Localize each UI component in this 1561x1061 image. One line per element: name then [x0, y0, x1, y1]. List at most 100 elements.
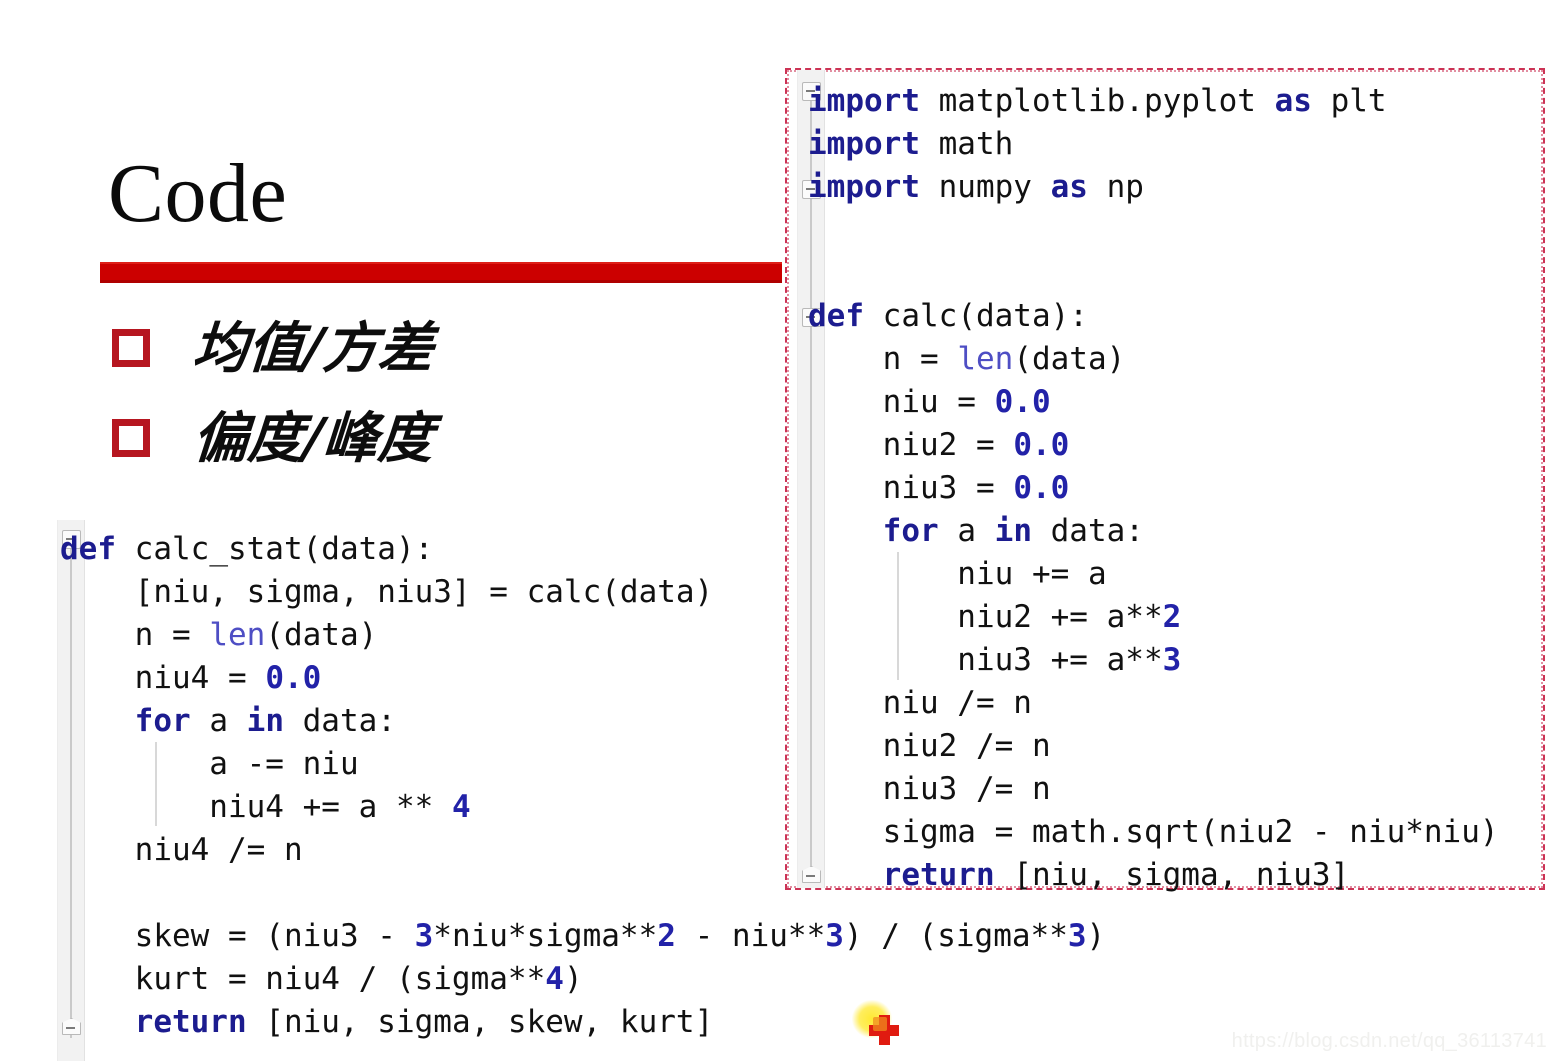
code-token: (data) [1013, 341, 1126, 377]
code-line: import numpy as np [808, 166, 1499, 209]
red-plus-cursor-icon [852, 1000, 908, 1056]
code-token-kw: return [134, 1004, 247, 1040]
code-line: niu = 0.0 [808, 381, 1499, 424]
left-indent-guide [155, 742, 157, 826]
code-token-num: 0.0 [1013, 427, 1070, 463]
code-token-num: 3 [1067, 918, 1087, 954]
square-bullet-icon [112, 418, 150, 457]
code-line: niu3 /= n [808, 768, 1499, 811]
code-token-kw: def [60, 531, 116, 567]
code-token: niu3 = [808, 470, 1014, 506]
code-token-num: 0.0 [1013, 470, 1070, 506]
code-token-num: 2 [1162, 599, 1182, 635]
code-token: [niu, sigma, skew, kurt] [246, 1004, 714, 1040]
code-token: [niu, sigma, niu3] = calc(data) [60, 574, 714, 610]
code-token-kw: as [1274, 83, 1312, 119]
code-token: data: [283, 703, 396, 739]
code-token-kw: in [994, 513, 1032, 549]
code-token: data: [1031, 513, 1144, 549]
code-token: *niu*sigma** [433, 918, 658, 954]
right-indent-guide [897, 552, 899, 680]
bullet-label: 偏度/峰度 [190, 405, 436, 470]
code-token-kw: as [1050, 169, 1088, 205]
code-line: niu2 = 0.0 [808, 424, 1499, 467]
page-title: Code [108, 147, 288, 240]
square-bullet-icon [112, 328, 150, 367]
code-token: a -= niu [60, 746, 359, 782]
code-token: niu3 /= n [808, 771, 1051, 807]
code-line: for a in data: [808, 510, 1499, 553]
code-token-num: 0.0 [994, 384, 1051, 420]
code-token: niu2 = [808, 427, 1014, 463]
code-token: math [919, 126, 1014, 162]
code-token-kw: import [808, 83, 920, 119]
code-token: calc(data): [864, 298, 1088, 334]
code-token-num: 3 [414, 918, 434, 954]
code-line: niu3 += a**3 [808, 639, 1499, 682]
code-token-num: 3 [825, 918, 844, 954]
bullet-item-mean-variance: 均值/方差 [112, 315, 435, 380]
slide-canvas: Code 均值/方差 偏度/峰度 def calc_stat(data): [n… [0, 0, 1561, 1061]
code-token-num: 4 [451, 789, 471, 825]
code-token: skew = (niu3 - [60, 918, 415, 954]
code-token: niu2 += a** [808, 599, 1163, 635]
code-token: n = [60, 617, 210, 653]
code-token: ) / (sigma** [843, 918, 1068, 954]
code-token-kw: for [134, 703, 191, 739]
code-token: niu4 += a ** [60, 789, 452, 825]
code-token: ) [563, 961, 583, 997]
code-token-kw: import [808, 169, 920, 205]
watermark-text: https://blog.csdn.net/qq_36113741 [1231, 1030, 1547, 1052]
code-token: matplotlib.pyplot [919, 83, 1275, 119]
code-token: niu2 /= n [808, 728, 1051, 764]
code-token: n = [808, 341, 958, 377]
code-line: niu2 /= n [808, 725, 1499, 768]
code-token: calc_stat(data): [116, 531, 434, 567]
code-line: niu2 += a**2 [808, 596, 1499, 639]
code-token-kw: def [808, 298, 864, 334]
code-line: niu += a [808, 553, 1499, 596]
code-token: plt [1311, 83, 1387, 119]
code-token: [niu, sigma, niu3] [994, 857, 1350, 893]
plus-icon [869, 1015, 899, 1045]
code-token: (data) [265, 617, 378, 653]
code-token: - niu** [675, 918, 826, 954]
code-token-bi: len [209, 617, 266, 653]
code-token-num: 3 [1162, 642, 1182, 678]
code-token: a [938, 513, 995, 549]
code-token: niu3 += a** [808, 642, 1163, 678]
code-token: sigma = math.sqrt(niu2 - niu*niu) [808, 814, 1499, 850]
code-token: a [190, 703, 247, 739]
code-token: np [1087, 169, 1144, 205]
code-line: skew = (niu3 - 3*niu*sigma**2 - niu**3) … [60, 915, 1106, 958]
code-line: niu3 = 0.0 [808, 467, 1499, 510]
code-line: n = len(data) [808, 338, 1499, 381]
code-line: sigma = math.sqrt(niu2 - niu*niu) [808, 811, 1499, 854]
right-code-block[interactable]: import matplotlib.pyplot as plt import ma… [808, 80, 1499, 897]
code-token-num: 2 [657, 918, 676, 954]
code-line: return [niu, sigma, skew, kurt] [60, 1001, 1105, 1044]
code-token-bi: len [957, 341, 1014, 377]
code-token: kurt = niu4 / (sigma** [60, 961, 546, 997]
code-line: import math [808, 123, 1499, 166]
code-token: numpy [919, 169, 1051, 205]
code-token: niu += a [808, 556, 1107, 592]
code-line: def calc(data): [808, 295, 1499, 338]
code-token-kw: for [882, 513, 939, 549]
code-line: kurt = niu4 / (sigma**4) [60, 958, 1105, 1001]
code-token-num: 0.0 [265, 660, 322, 696]
code-token-kw: import [808, 126, 920, 162]
code-line: niu /= n [808, 682, 1499, 725]
code-token: ) [1086, 918, 1106, 954]
bullet-item-skew-kurtosis: 偏度/峰度 [112, 405, 436, 470]
code-token-kw: in [246, 703, 284, 739]
title-underline-rule [100, 262, 782, 283]
code-token-kw: return [882, 857, 995, 893]
code-line: import matplotlib.pyplot as plt [808, 80, 1499, 123]
